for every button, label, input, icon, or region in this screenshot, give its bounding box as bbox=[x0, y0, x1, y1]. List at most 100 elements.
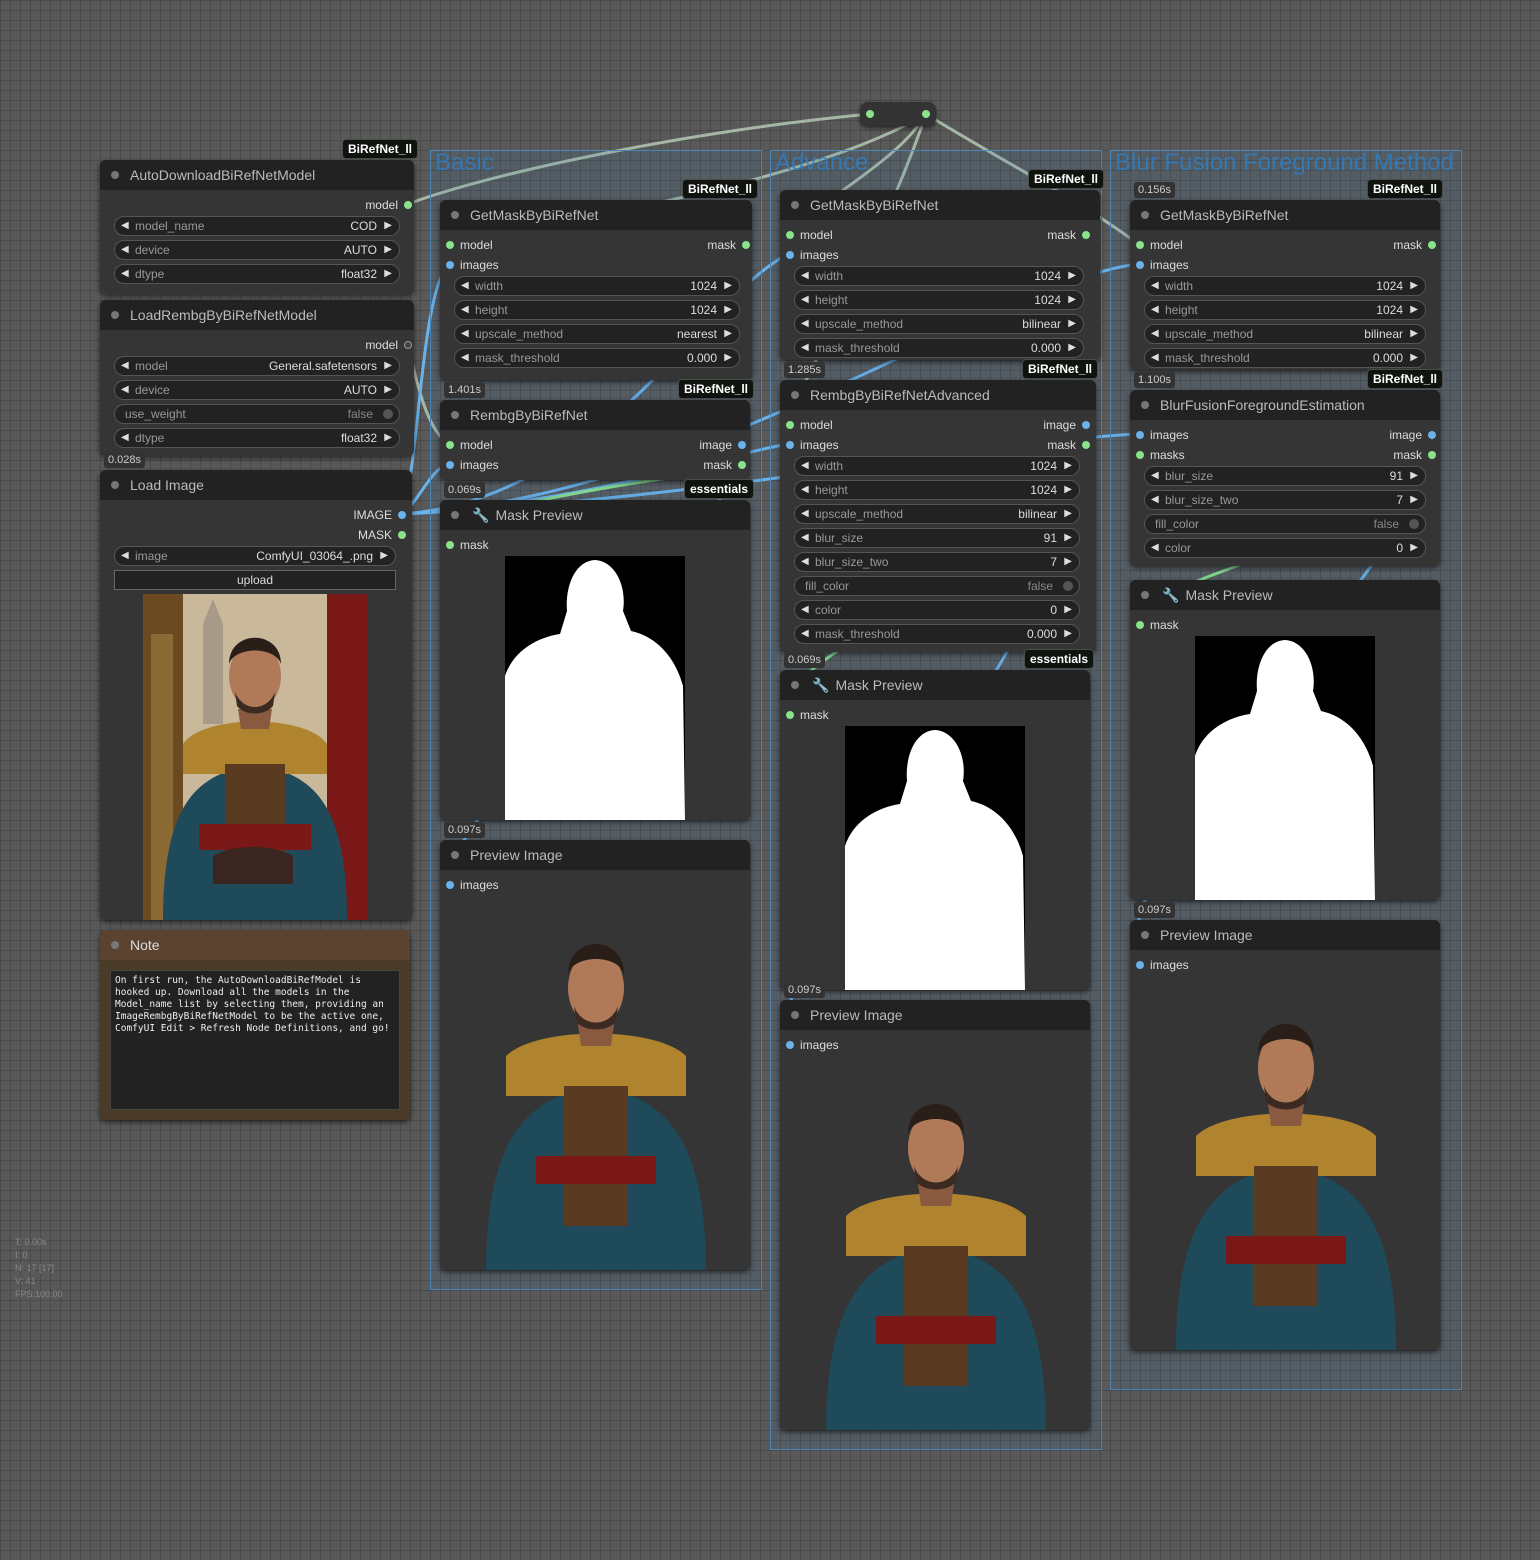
input-mask[interactable]: mask bbox=[446, 538, 489, 552]
note-node[interactable]: Note On first run, the AutoDownloadBiRef… bbox=[100, 930, 410, 1120]
output-mask[interactable]: mask bbox=[707, 238, 750, 252]
reroute-output-dot[interactable] bbox=[922, 110, 930, 118]
getmask-blur-node[interactable]: GetMaskByBiRefNet model images mask ◀ wid… bbox=[1130, 200, 1440, 370]
blur-size-number[interactable]: ◀ blur_size 91 ▶ bbox=[794, 528, 1080, 548]
model-combo[interactable]: ◀ model General.safetensors ▶ bbox=[114, 356, 400, 376]
collapse-dot[interactable] bbox=[451, 411, 459, 419]
height-number[interactable]: ◀ height 1024 ▶ bbox=[1144, 300, 1426, 320]
width-number[interactable]: ◀ width 1024 ▶ bbox=[794, 456, 1080, 476]
input-images[interactable]: images bbox=[1136, 258, 1189, 272]
input-model[interactable]: model bbox=[446, 238, 493, 252]
height-number[interactable]: ◀ height 1024 ▶ bbox=[794, 290, 1084, 310]
image-combo[interactable]: ◀ image ComfyUI_03064_.png ▶ bbox=[114, 546, 396, 566]
output-mask[interactable]: MASK bbox=[358, 528, 406, 542]
note-textarea[interactable]: On first run, the AutoDownloadBiRefModel… bbox=[110, 970, 400, 1110]
collapse-dot[interactable] bbox=[451, 211, 459, 219]
blur-fusion-node[interactable]: BlurFusionForegroundEstimation images ma… bbox=[1130, 390, 1440, 566]
collapse-dot[interactable] bbox=[451, 851, 459, 859]
collapse-dot[interactable] bbox=[791, 391, 799, 399]
collapse-dot[interactable] bbox=[111, 941, 119, 949]
collapse-dot[interactable] bbox=[1141, 211, 1149, 219]
device-combo[interactable]: ◀ device AUTO ▶ bbox=[114, 240, 400, 260]
upscale-method-combo[interactable]: ◀ upscale_method bilinear ▶ bbox=[794, 504, 1080, 524]
collapse-dot[interactable] bbox=[1141, 591, 1149, 599]
mask-threshold-number[interactable]: ◀ mask_threshold 0.000 ▶ bbox=[1144, 348, 1426, 368]
auto-download-birefnet-node[interactable]: AutoDownloadBiRefNetModel model ◀ model_n… bbox=[100, 160, 414, 294]
collapse-dot[interactable] bbox=[1141, 931, 1149, 939]
load-image-node[interactable]: Load Image IMAGE MASK ◀ image ComfyUI_0306… bbox=[100, 470, 412, 920]
input-model[interactable]: model bbox=[786, 228, 833, 242]
getmask-basic-node[interactable]: GetMaskByBiRefNet model images mask ◀ wid… bbox=[440, 200, 752, 380]
reroute-input-dot[interactable] bbox=[866, 110, 874, 118]
upscale-method-combo[interactable]: ◀ upscale_method nearest ▶ bbox=[454, 324, 740, 344]
height-number[interactable]: ◀ height 1024 ▶ bbox=[794, 480, 1080, 500]
upscale-method-combo[interactable]: ◀ upscale_method bilinear ▶ bbox=[794, 314, 1084, 334]
input-model[interactable]: model bbox=[786, 418, 833, 432]
output-model[interactable]: model bbox=[365, 198, 412, 212]
mask-threshold-number[interactable]: ◀ mask_threshold 0.000 ▶ bbox=[454, 348, 740, 368]
width-number[interactable]: ◀ width 1024 ▶ bbox=[454, 276, 740, 296]
color-number[interactable]: ◀ color 0 ▶ bbox=[794, 600, 1080, 620]
input-images[interactable]: images bbox=[786, 248, 839, 262]
collapse-dot[interactable] bbox=[791, 1011, 799, 1019]
dtype-combo[interactable]: ◀ dtype float32 ▶ bbox=[114, 428, 400, 448]
mask-preview-advance-node[interactable]: 🔧 Mask Preview mask bbox=[780, 670, 1090, 990]
width-number[interactable]: ◀ width 1024 ▶ bbox=[794, 266, 1084, 286]
collapse-dot[interactable] bbox=[791, 201, 799, 209]
input-mask[interactable]: mask bbox=[1136, 618, 1179, 632]
output-mask[interactable]: mask bbox=[1393, 238, 1436, 252]
output-model[interactable]: model bbox=[365, 338, 412, 352]
output-mask[interactable]: mask bbox=[1047, 228, 1090, 242]
output-mask[interactable]: mask bbox=[1393, 448, 1436, 462]
input-model[interactable]: model bbox=[446, 438, 493, 452]
fill-color-toggle[interactable]: fill_color false bbox=[794, 576, 1080, 596]
collapse-dot[interactable] bbox=[1141, 401, 1149, 409]
output-image[interactable]: image bbox=[699, 438, 746, 452]
mask-threshold-number[interactable]: ◀ mask_threshold 0.000 ▶ bbox=[794, 624, 1080, 644]
blur-size-two-number[interactable]: ◀ blur_size_two 7 ▶ bbox=[1144, 490, 1426, 510]
input-images[interactable]: images bbox=[446, 458, 499, 472]
input-images[interactable]: images bbox=[446, 878, 499, 892]
preview-image-blur-node[interactable]: Preview Image images bbox=[1130, 920, 1440, 1350]
output-image[interactable]: IMAGE bbox=[353, 508, 406, 522]
input-images[interactable]: images bbox=[786, 438, 839, 452]
use-weight-toggle[interactable]: use_weight false bbox=[114, 404, 400, 424]
collapse-dot[interactable] bbox=[791, 681, 799, 689]
blur-size-number[interactable]: ◀ blur_size 91 ▶ bbox=[1144, 466, 1426, 486]
collapse-dot[interactable] bbox=[111, 171, 119, 179]
fill-color-toggle[interactable]: fill_color false bbox=[1144, 514, 1426, 534]
load-rembg-birefnet-node[interactable]: LoadRembgByBiRefNetModel model ◀ model Gen… bbox=[100, 300, 414, 456]
color-number[interactable]: ◀ color 0 ▶ bbox=[1144, 538, 1426, 558]
preview-image-basic-node[interactable]: Preview Image images bbox=[440, 840, 750, 1270]
collapse-dot[interactable] bbox=[451, 511, 459, 519]
input-images[interactable]: images bbox=[446, 258, 499, 272]
upload-button[interactable]: upload bbox=[114, 570, 396, 590]
input-mask[interactable]: mask bbox=[786, 708, 829, 722]
output-image[interactable]: image bbox=[1389, 428, 1436, 442]
blur-size-two-number[interactable]: ◀ blur_size_two 7 ▶ bbox=[794, 552, 1080, 572]
model-name-combo[interactable]: ◀ model_name COD ▶ bbox=[114, 216, 400, 236]
input-images[interactable]: images bbox=[1136, 958, 1189, 972]
collapse-dot[interactable] bbox=[111, 481, 119, 489]
mask-preview-basic-node[interactable]: 🔧 Mask Preview mask bbox=[440, 500, 750, 820]
rembg-advanced-node[interactable]: RembgByBiRefNetAdvanced model images ima… bbox=[780, 380, 1096, 652]
input-images[interactable]: images bbox=[1136, 428, 1189, 442]
input-images[interactable]: images bbox=[786, 1038, 839, 1052]
mask-threshold-number[interactable]: ◀ mask_threshold 0.000 ▶ bbox=[794, 338, 1084, 358]
collapse-dot[interactable] bbox=[111, 311, 119, 319]
preview-image-advance-node[interactable]: Preview Image images bbox=[780, 1000, 1090, 1430]
rembg-basic-node[interactable]: RembgByBiRefNet model images image mask bbox=[440, 400, 750, 480]
dtype-combo[interactable]: ◀ dtype float32 ▶ bbox=[114, 264, 400, 284]
width-number[interactable]: ◀ width 1024 ▶ bbox=[1144, 276, 1426, 296]
mask-preview-blur-node[interactable]: 🔧 Mask Preview mask bbox=[1130, 580, 1440, 900]
output-mask[interactable]: mask bbox=[1047, 438, 1090, 452]
input-model[interactable]: model bbox=[1136, 238, 1183, 252]
input-masks[interactable]: masks bbox=[1136, 448, 1185, 462]
height-number[interactable]: ◀ height 1024 ▶ bbox=[454, 300, 740, 320]
device-combo[interactable]: ◀ device AUTO ▶ bbox=[114, 380, 400, 400]
output-image[interactable]: image bbox=[1043, 418, 1090, 432]
output-mask[interactable]: mask bbox=[703, 458, 746, 472]
getmask-advance-node[interactable]: GetMaskByBiRefNet model images mask ◀ wid… bbox=[780, 190, 1100, 360]
upscale-method-combo[interactable]: ◀ upscale_method bilinear ▶ bbox=[1144, 324, 1426, 344]
reroute-node[interactable] bbox=[860, 102, 936, 126]
